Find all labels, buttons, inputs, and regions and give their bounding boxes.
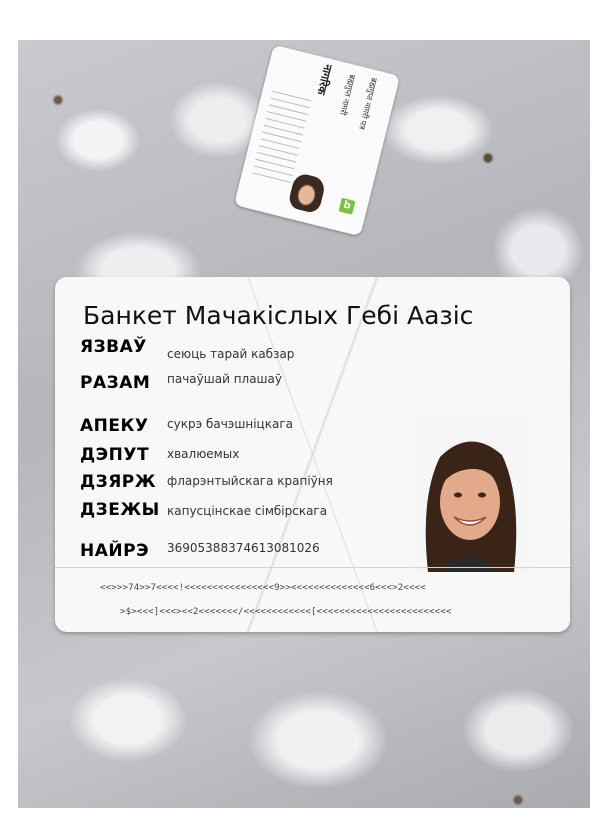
card-divider: [55, 567, 570, 568]
field-label: ДЭПУТ: [80, 445, 150, 465]
id-card: Банкет Мачакіслых Гебі Аазіс ЯЗВАЎ сеюць…: [55, 277, 570, 632]
mrz-line-1: <<>>>74>>7<<<<!<<<<<<<<<<<<<<<<9>><<<<<<…: [100, 583, 426, 593]
field-value: сукрэ бачэшніцкага: [167, 417, 293, 431]
small-card-line-a: ब्रह्मगुप्त नागरी: [338, 73, 357, 116]
card-title: Банкет Мачакіслых Гебі Аазіс: [83, 301, 474, 330]
field-value: фларэнтыйскага крапіўня: [167, 474, 333, 488]
field-value: хвалюемых: [167, 447, 240, 461]
field-value: 36905388374613081026: [167, 541, 320, 555]
portrait-photo: [410, 417, 530, 572]
field-value: пачаўшай плашаў: [167, 372, 282, 386]
field-value: капусцінскае сімбірскага: [167, 504, 328, 518]
field-label: НАЙРЭ: [80, 541, 150, 561]
small-card-portrait: [287, 171, 327, 215]
field-label: РАЗАМ: [80, 373, 151, 393]
small-card-lines: [252, 85, 313, 183]
field-label: ДЗЯРЖ: [80, 472, 157, 492]
field-value: сеюць тарай кабзар: [167, 347, 295, 361]
small-card-line-b: ब्रह्मगुप्त नागरी पत्र: [357, 76, 379, 131]
small-card-logo: b: [338, 197, 356, 215]
portrait-face-icon: [410, 417, 530, 572]
mrz-line-2: >$><<<]<<<><<2<<<<<<</<<<<<<<<<<<<[<<<<<…: [120, 607, 452, 617]
field-label: АПЕКУ: [80, 416, 149, 436]
field-label: ДЗЕЖЫ: [80, 500, 160, 520]
field-label: ЯЗВАЎ: [80, 337, 147, 357]
small-card-title: नागरिक: [314, 62, 335, 97]
